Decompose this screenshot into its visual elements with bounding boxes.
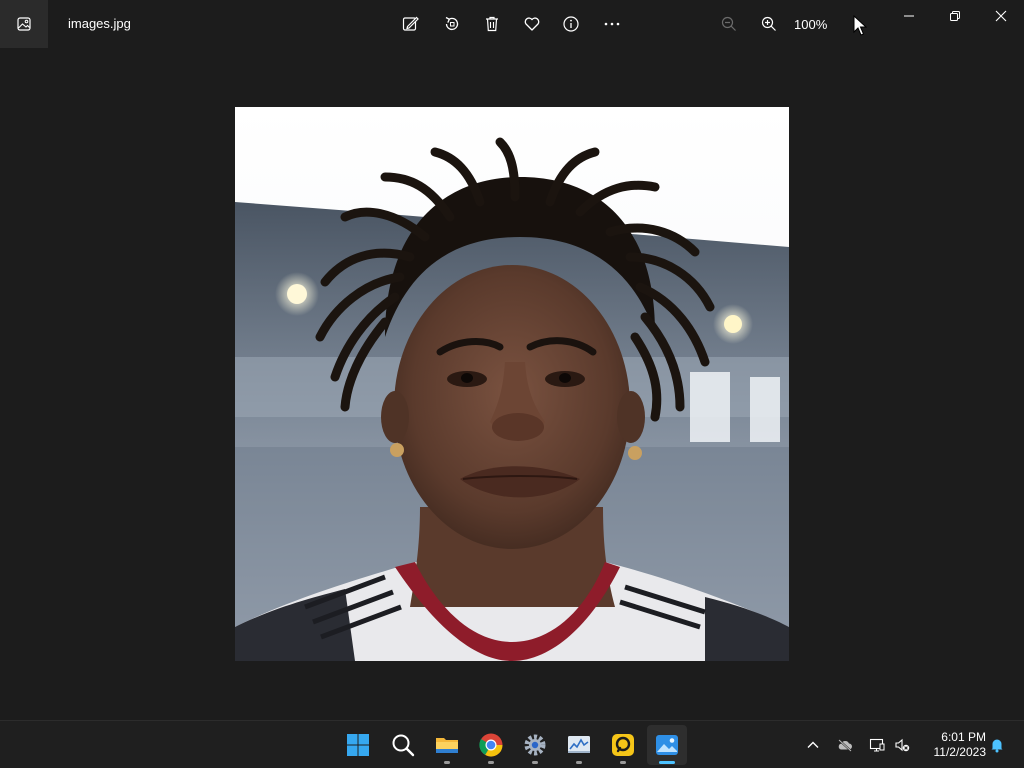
file-explorer-button[interactable] [427, 725, 467, 765]
delete-icon [486, 16, 498, 32]
search-icon [392, 734, 415, 757]
edit-image-icon [402, 16, 419, 31]
chevron-up-icon [807, 741, 819, 748]
zoom-in-button[interactable] [757, 12, 781, 36]
edit-image-button[interactable] [399, 12, 423, 36]
active-indicator [659, 761, 675, 764]
taskbar: 6:01 PM 11/2/2023 [0, 720, 1024, 768]
zoom-in-icon [761, 16, 776, 31]
close-icon [995, 10, 1007, 22]
favorite-button[interactable] [520, 12, 544, 36]
cloud-offline-icon [838, 739, 852, 752]
running-indicator [620, 761, 626, 764]
portrait-image [235, 107, 789, 661]
image-icon [17, 17, 31, 31]
monitor-app-button[interactable] [559, 725, 599, 765]
gear-icon [524, 734, 546, 756]
start-button[interactable] [338, 725, 378, 765]
onedrive-button[interactable] [833, 733, 857, 757]
search-button[interactable] [383, 725, 423, 765]
rotate-button[interactable] [440, 12, 464, 36]
clock-date: 11/2/2023 [933, 745, 987, 759]
running-indicator [532, 761, 538, 764]
more-options-button[interactable] [600, 12, 624, 36]
zoom-out-icon [721, 16, 736, 31]
running-indicator [576, 761, 582, 764]
photos-app-button[interactable] [647, 725, 687, 765]
zoom-out-button[interactable] [717, 12, 741, 36]
displayed-photo[interactable] [235, 107, 789, 661]
photos-app-icon[interactable] [0, 0, 48, 48]
chart-app-icon [568, 736, 590, 753]
network-button[interactable] [865, 733, 889, 757]
chrome-icon [479, 733, 503, 757]
bell-icon [991, 739, 1003, 753]
minimize-icon [904, 15, 914, 17]
minimize-button[interactable] [886, 0, 932, 32]
rotate-icon [445, 16, 459, 30]
file-name: images.jpg [68, 16, 131, 31]
settings-button[interactable] [515, 725, 555, 765]
speaker-muted-icon [895, 738, 910, 752]
yellow-app-icon [612, 734, 634, 756]
restore-icon [950, 11, 960, 21]
info-button[interactable] [559, 12, 583, 36]
info-icon [563, 16, 579, 32]
folder-icon [436, 738, 458, 753]
delete-button[interactable] [480, 12, 504, 36]
yellow-app-button[interactable] [603, 725, 643, 765]
clock[interactable]: 6:01 PM 11/2/2023 [920, 730, 987, 760]
chrome-button[interactable] [471, 725, 511, 765]
windows-logo-icon [347, 734, 369, 756]
close-button[interactable] [978, 0, 1024, 32]
running-indicator [488, 761, 494, 764]
notifications-button[interactable] [985, 733, 1009, 757]
clock-time: 6:01 PM [941, 730, 986, 744]
more-options-icon [604, 22, 620, 26]
network-icon [869, 738, 885, 752]
restore-button[interactable] [932, 0, 978, 32]
zoom-level[interactable]: 100% [794, 17, 827, 33]
mouse-cursor-icon [853, 15, 867, 36]
title-bar: images.jpg 100% [0, 0, 1024, 48]
volume-button[interactable] [890, 733, 914, 757]
photos-icon [656, 735, 678, 755]
show-hidden-icons-button[interactable] [801, 733, 825, 757]
running-indicator [444, 761, 450, 764]
favorite-icon [524, 17, 540, 31]
